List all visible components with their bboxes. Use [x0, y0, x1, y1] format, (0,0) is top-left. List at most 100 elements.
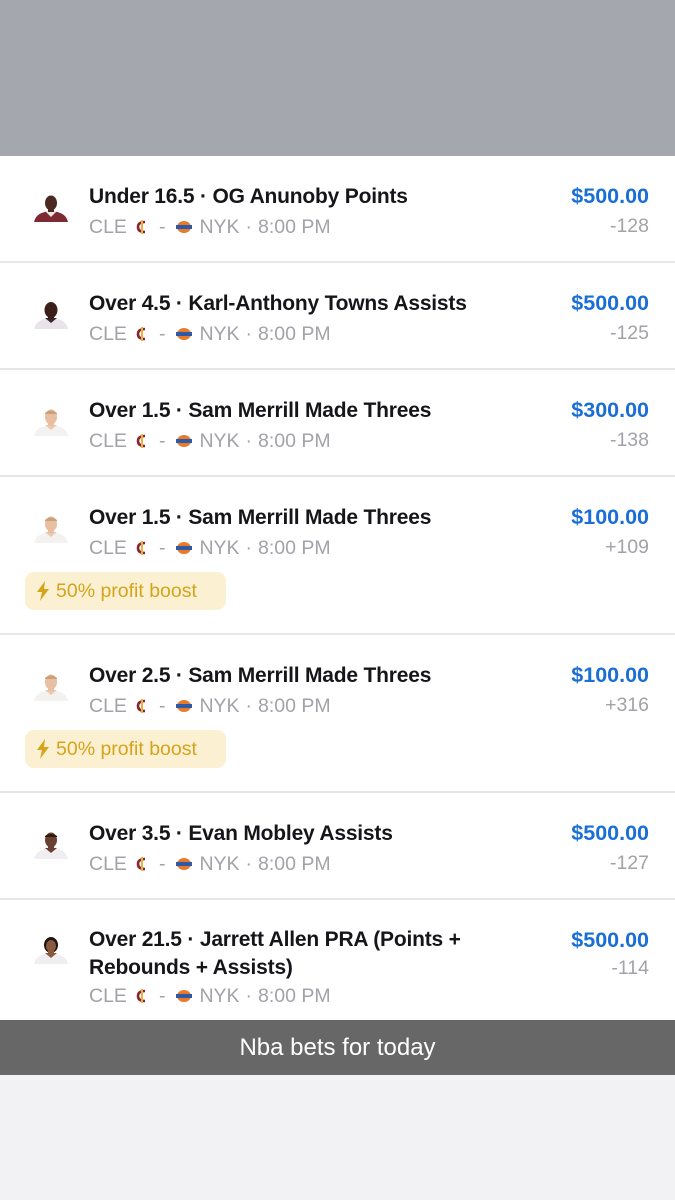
matchup-dash: -	[158, 323, 166, 345]
home-team: NYK	[199, 537, 240, 559]
game-time: 8:00 PM	[258, 430, 331, 452]
profit-boost-badge: 50% profit boost	[25, 730, 226, 768]
bet-title: Over 2.5 · Sam Merrill Made Threes	[89, 664, 432, 687]
bet-title: Over 21.5 · Jarrett Allen PRA (Points + …	[89, 928, 461, 979]
home-team: NYK	[199, 695, 240, 717]
game-matchup: CLE - NYK · 8:00 PM	[89, 852, 331, 876]
knicks-logo-icon	[176, 542, 193, 554]
odds: -138	[609, 429, 649, 451]
bet-row[interactable]: Over 3.5 · Evan Mobley Assists CLE - NYK…	[0, 793, 675, 900]
bet-title: Under 16.5 · OG Anunoby Points	[89, 185, 408, 208]
knicks-logo-icon	[176, 221, 193, 233]
cavaliers-logo-icon	[136, 699, 145, 713]
game-time: 8:00 PM	[258, 985, 331, 1007]
player-headshot-icon	[34, 674, 68, 701]
bet-row[interactable]: Over 2.5 · Sam Merrill Made Threes CLE -…	[0, 635, 675, 793]
boost-label: 50% profit boost	[56, 579, 197, 602]
bet-row[interactable]: Over 4.5 · Karl-Anthony Towns Assists CL…	[0, 263, 675, 370]
game-matchup: CLE - NYK · 8:00 PM	[89, 984, 331, 1008]
separator: ·	[245, 695, 253, 717]
game-matchup: CLE - NYK · 8:00 PM	[89, 322, 331, 346]
stake-amount: $500.00	[571, 184, 649, 208]
home-team: NYK	[199, 985, 240, 1007]
cavaliers-logo-icon	[136, 541, 145, 555]
away-team: CLE	[89, 323, 127, 345]
odds: +109	[605, 536, 649, 558]
boost-label: 50% profit boost	[56, 737, 197, 760]
odds: -127	[609, 852, 649, 874]
odds: -114	[611, 957, 649, 979]
player-headshot-icon	[34, 302, 68, 329]
player-headshot-icon	[34, 832, 68, 859]
story-caption: Nba bets for today	[0, 1020, 675, 1075]
away-team: CLE	[89, 985, 127, 1007]
stake-amount: $500.00	[571, 928, 649, 952]
away-team: CLE	[89, 853, 127, 875]
player-headshot-icon	[34, 516, 68, 543]
stake-amount: $300.00	[571, 398, 649, 422]
game-matchup: CLE - NYK · 8:00 PM	[89, 694, 331, 718]
game-time: 8:00 PM	[258, 695, 331, 717]
cavaliers-logo-icon	[136, 989, 145, 1003]
lightning-bolt-icon	[37, 739, 49, 759]
top-dimmed-area	[0, 0, 675, 156]
game-time: 8:00 PM	[258, 216, 331, 238]
cavaliers-logo-icon	[136, 220, 145, 234]
cavaliers-logo-icon	[136, 857, 145, 871]
stake-amount: $100.00	[571, 663, 649, 687]
odds: -128	[609, 215, 649, 237]
player-headshot-icon	[34, 937, 68, 964]
bet-title: Over 1.5 · Sam Merrill Made Threes	[89, 399, 432, 422]
separator: ·	[245, 430, 253, 452]
cavaliers-logo-icon	[136, 327, 145, 341]
bet-title: Over 4.5 · Karl-Anthony Towns Assists	[89, 292, 467, 315]
separator: ·	[245, 216, 253, 238]
knicks-logo-icon	[176, 990, 193, 1002]
game-matchup: CLE - NYK · 8:00 PM	[89, 429, 331, 453]
bet-list[interactable]: Under 16.5 · OG Anunoby Points CLE - NYK…	[0, 156, 675, 1020]
profit-boost-badge: 50% profit boost	[25, 572, 226, 610]
bet-title: Over 1.5 · Sam Merrill Made Threes	[89, 506, 432, 529]
home-team: NYK	[199, 430, 240, 452]
matchup-dash: -	[158, 853, 166, 875]
game-time: 8:00 PM	[258, 323, 331, 345]
bet-row[interactable]: Over 21.5 · Jarrett Allen PRA (Points + …	[0, 900, 675, 1020]
home-team: NYK	[199, 216, 240, 238]
player-headshot-icon	[34, 409, 68, 436]
away-team: CLE	[89, 430, 127, 452]
matchup-dash: -	[158, 985, 166, 1007]
knicks-logo-icon	[176, 700, 193, 712]
matchup-dash: -	[158, 695, 166, 717]
game-time: 8:00 PM	[258, 853, 331, 875]
separator: ·	[245, 537, 253, 559]
knicks-logo-icon	[176, 328, 193, 340]
home-team: NYK	[199, 323, 240, 345]
separator: ·	[245, 853, 253, 875]
away-team: CLE	[89, 216, 127, 238]
bet-title: Over 3.5 · Evan Mobley Assists	[89, 822, 393, 845]
bet-row[interactable]: Under 16.5 · OG Anunoby Points CLE - NYK…	[0, 156, 675, 263]
matchup-dash: -	[158, 216, 166, 238]
knicks-logo-icon	[176, 858, 193, 870]
caption-text: Nba bets for today	[239, 1033, 436, 1061]
bet-row[interactable]: Over 1.5 · Sam Merrill Made Threes CLE -…	[0, 477, 675, 635]
game-matchup: CLE - NYK · 8:00 PM	[89, 215, 331, 239]
stake-amount: $100.00	[571, 505, 649, 529]
player-headshot-icon	[34, 195, 68, 222]
bet-row[interactable]: Over 1.5 · Sam Merrill Made Threes CLE -…	[0, 370, 675, 477]
home-team: NYK	[199, 853, 240, 875]
stake-amount: $500.00	[571, 821, 649, 845]
cavaliers-logo-icon	[136, 434, 145, 448]
separator: ·	[245, 985, 253, 1007]
lightning-bolt-icon	[37, 581, 49, 601]
odds: +316	[605, 694, 649, 716]
away-team: CLE	[89, 537, 127, 559]
separator: ·	[245, 323, 253, 345]
game-matchup: CLE - NYK · 8:00 PM	[89, 536, 331, 560]
matchup-dash: -	[158, 537, 166, 559]
knicks-logo-icon	[176, 435, 193, 447]
away-team: CLE	[89, 695, 127, 717]
odds: -125	[609, 322, 649, 344]
matchup-dash: -	[158, 430, 166, 452]
game-time: 8:00 PM	[258, 537, 331, 559]
